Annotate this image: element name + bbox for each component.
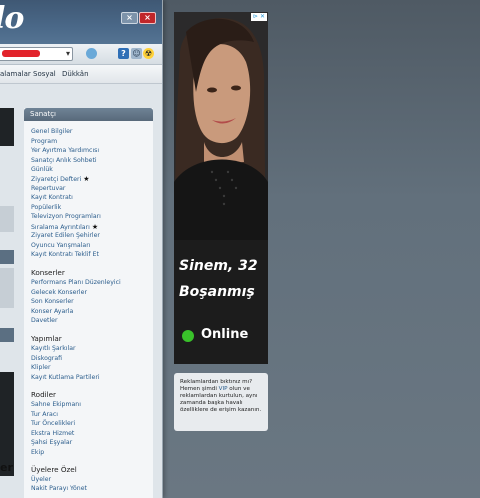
sidebar-item[interactable]: Ekip bbox=[31, 449, 44, 457]
sidebar-item[interactable]: Kayıt Kontratı Teklif Et bbox=[31, 251, 99, 259]
profile-icon[interactable]: ☺ bbox=[131, 48, 142, 59]
app-logo[interactable]: lo bbox=[0, 2, 24, 36]
chevron-down-icon: ▾ bbox=[65, 49, 70, 58]
sidebar-item[interactable]: Diskografi bbox=[31, 355, 62, 363]
window-header: lo × × bbox=[0, 0, 162, 44]
sidebar-item-label[interactable]: Ziyaretçi Defteri bbox=[31, 176, 81, 183]
sidebar-item[interactable]: Şahsi Eşyalar bbox=[31, 439, 72, 447]
menu-item-shop[interactable]: Dükkân bbox=[62, 65, 89, 83]
sidebar-item[interactable]: Davetler bbox=[31, 317, 58, 325]
sidebar-item-guestbook[interactable]: Ziyaretçi Defteri ★ bbox=[31, 175, 90, 184]
sidebar-item[interactable]: Ekstra Hizmet bbox=[31, 430, 74, 438]
sidebar-item-ranking[interactable]: Sıralama Ayrıntıları ★ bbox=[31, 223, 98, 232]
main-menu: alamalar Sosyal Dükkân bbox=[0, 65, 162, 84]
help-icon[interactable]: ? bbox=[118, 48, 129, 59]
sidebar-item[interactable]: Kayıtlı Şarkılar bbox=[31, 345, 76, 353]
vip-promo-text: Reklamlardan bıktınız mı? Hemen şimdi VI… bbox=[180, 379, 264, 414]
sidebar-title-label: Sanatçı bbox=[30, 110, 56, 118]
sidebar-title: Sanatçı bbox=[24, 108, 153, 121]
menu-item-mailboxes[interactable]: alamalar bbox=[0, 65, 31, 83]
online-status-icon bbox=[182, 330, 194, 342]
ad-name-age: Sinem, 32 bbox=[179, 258, 258, 274]
sidebar-item[interactable]: Performans Planı Düzenleyici bbox=[31, 279, 121, 287]
sidebar-item[interactable]: Kayıt Kontratı bbox=[31, 194, 73, 202]
sidebar-item[interactable]: Oyuncu Yarışmaları bbox=[31, 242, 90, 250]
star-icon: ★ bbox=[91, 223, 99, 231]
minimize-button[interactable]: × bbox=[121, 12, 138, 24]
sidebar-item[interactable]: Popülerlik bbox=[31, 204, 61, 212]
vip-link[interactable]: VIP bbox=[219, 386, 228, 392]
sidebar-item[interactable]: Konser Ayarla bbox=[31, 308, 73, 316]
sidebar-item[interactable]: Nakit Parayı Yönet bbox=[31, 485, 87, 493]
sidebar-item[interactable]: Klipler bbox=[31, 364, 51, 372]
sidebar-item[interactable]: Tur Öncelikleri bbox=[31, 420, 75, 428]
ad-marital-status: Boşanmış bbox=[179, 284, 255, 300]
left-content-header bbox=[0, 328, 14, 342]
section-heading: Üyelere Özel bbox=[31, 465, 77, 474]
radiation-icon[interactable]: ☢ bbox=[143, 48, 154, 59]
ad-choices-icon[interactable]: ⊳ ✕ bbox=[251, 13, 267, 21]
sidebar-item[interactable]: Kayıt Kutlama Partileri bbox=[31, 374, 100, 382]
character-name-redacted bbox=[2, 50, 40, 57]
sidebar-item[interactable]: Gelecek Konserler bbox=[31, 289, 87, 297]
sidebar-item[interactable]: Program bbox=[31, 138, 57, 146]
section-heading: Rodiler bbox=[31, 390, 57, 399]
menu-item-social[interactable]: Sosyal bbox=[33, 65, 56, 83]
left-edge-label: er bbox=[0, 461, 13, 474]
sidebar-item[interactable]: Televizyon Programları bbox=[31, 213, 101, 221]
sidebar-item[interactable]: Genel Bilgiler bbox=[31, 128, 72, 136]
sidebar-item[interactable]: Üyeler bbox=[31, 476, 51, 484]
sidebar-item[interactable]: Son Konserler bbox=[31, 298, 74, 306]
dating-ad[interactable]: ⊳ ✕ Sinem, 32 Boşanmış Online bbox=[174, 12, 268, 364]
character-select[interactable]: ▾ bbox=[0, 47, 73, 61]
section-heading: Konserler bbox=[31, 268, 65, 277]
sidebar-item[interactable]: Sanatçı Anlık Sohbeti bbox=[31, 157, 97, 165]
sidebar-item[interactable]: Günlük bbox=[31, 166, 53, 174]
star-icon: ★ bbox=[83, 175, 90, 183]
ad-online-label: Online bbox=[201, 327, 249, 342]
left-content-box bbox=[0, 268, 14, 308]
sidebar-item[interactable]: Yer Ayırtma Yardımcısı bbox=[31, 147, 99, 155]
left-content-header bbox=[0, 250, 14, 264]
sidebar-item[interactable]: Ziyaret Edilen Şehirler bbox=[31, 232, 100, 240]
sidebar-item[interactable]: Sahne Ekipmanı bbox=[31, 401, 81, 409]
left-content-box bbox=[0, 206, 14, 232]
sidebar-item-label[interactable]: Sıralama Ayrıntıları bbox=[31, 224, 90, 231]
refresh-icon[interactable] bbox=[86, 48, 97, 59]
sidebar-item[interactable]: Tur Aracı bbox=[31, 411, 58, 419]
game-window: lo × × ▾ ? ☺ ☢ alamalar Sosyal Dükkân er… bbox=[0, 0, 163, 498]
left-content-image bbox=[0, 108, 14, 146]
vip-promo-box: Reklamlardan bıktınız mı? Hemen şimdi VI… bbox=[174, 373, 268, 431]
close-button[interactable]: × bbox=[139, 12, 156, 24]
sidebar-item[interactable]: Repertuvar bbox=[31, 185, 65, 193]
ad-photo bbox=[174, 12, 268, 364]
toolbar: ▾ ? ☺ ☢ bbox=[0, 44, 162, 65]
section-heading: Yapımlar bbox=[31, 334, 62, 343]
